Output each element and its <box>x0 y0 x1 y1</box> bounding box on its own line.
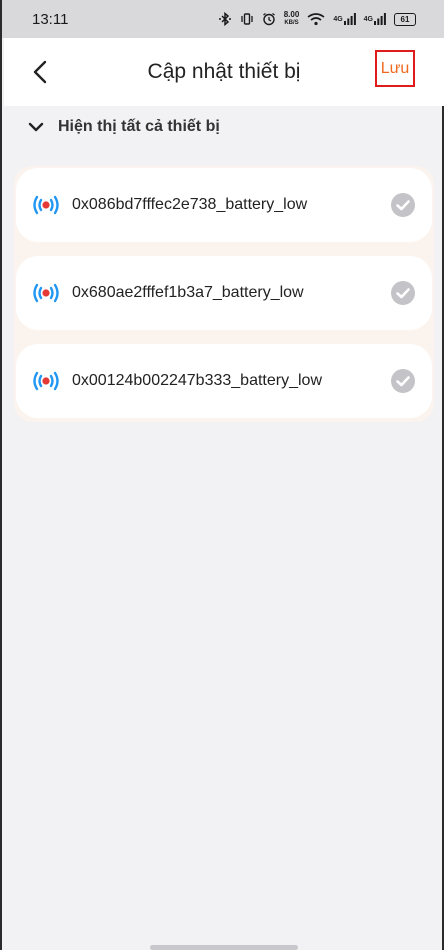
show-all-devices-toggle[interactable]: Hiện thị tất cả thiết bị <box>28 118 220 136</box>
home-indicator[interactable] <box>150 945 298 950</box>
device-name: 0x086bd7fffec2e738_battery_low <box>72 196 308 213</box>
cellular-signal-1-icon: 4G <box>333 13 356 25</box>
bluetooth-icon <box>218 12 232 26</box>
app-header: Cập nhật thiết bị Lưu <box>4 38 444 106</box>
section-label: Hiện thị tất cả thiết bị <box>58 118 220 135</box>
status-bar: 13:11 8.00 KB/S 4G 4G 61 <box>2 0 444 38</box>
device-item[interactable]: 0x680ae2fffef1b3a7_battery_low <box>16 256 432 330</box>
battery-icon: 61 <box>394 12 416 26</box>
alarm-icon <box>262 12 276 26</box>
save-button[interactable]: Lưu <box>375 50 415 87</box>
status-time: 13:11 <box>32 10 69 28</box>
network-type-1: 4G <box>333 15 343 23</box>
vibrate-icon <box>240 12 254 26</box>
app-screen: 13:11 8.00 KB/S 4G 4G 61 Cập nhật thiết … <box>0 0 444 950</box>
device-item[interactable]: 0x086bd7fffec2e738_battery_low <box>16 168 432 242</box>
cellular-signal-2-icon: 4G <box>364 13 386 25</box>
wifi-icon <box>307 12 325 26</box>
device-name: 0x680ae2fffef1b3a7_battery_low <box>72 284 304 301</box>
status-icons: 8.00 KB/S 4G 4G 61 <box>218 11 416 27</box>
network-type-2: 4G <box>363 15 373 23</box>
network-speed: 8.00 KB/S <box>284 11 300 27</box>
network-speed-value: 8.00 <box>283 10 300 19</box>
device-item[interactable]: 0x00124b002247b333_battery_low <box>16 344 432 418</box>
sensor-signal-icon <box>28 281 64 305</box>
sensor-signal-icon <box>28 369 64 393</box>
battery-level: 61 <box>400 14 410 24</box>
network-speed-unit: KB/S <box>284 20 299 26</box>
check-circle-icon[interactable] <box>390 192 416 218</box>
sensor-signal-icon <box>28 193 64 217</box>
device-name: 0x00124b002247b333_battery_low <box>72 372 322 389</box>
check-circle-icon[interactable] <box>390 280 416 306</box>
check-circle-icon[interactable] <box>390 368 416 394</box>
chevron-down-icon <box>28 122 44 132</box>
